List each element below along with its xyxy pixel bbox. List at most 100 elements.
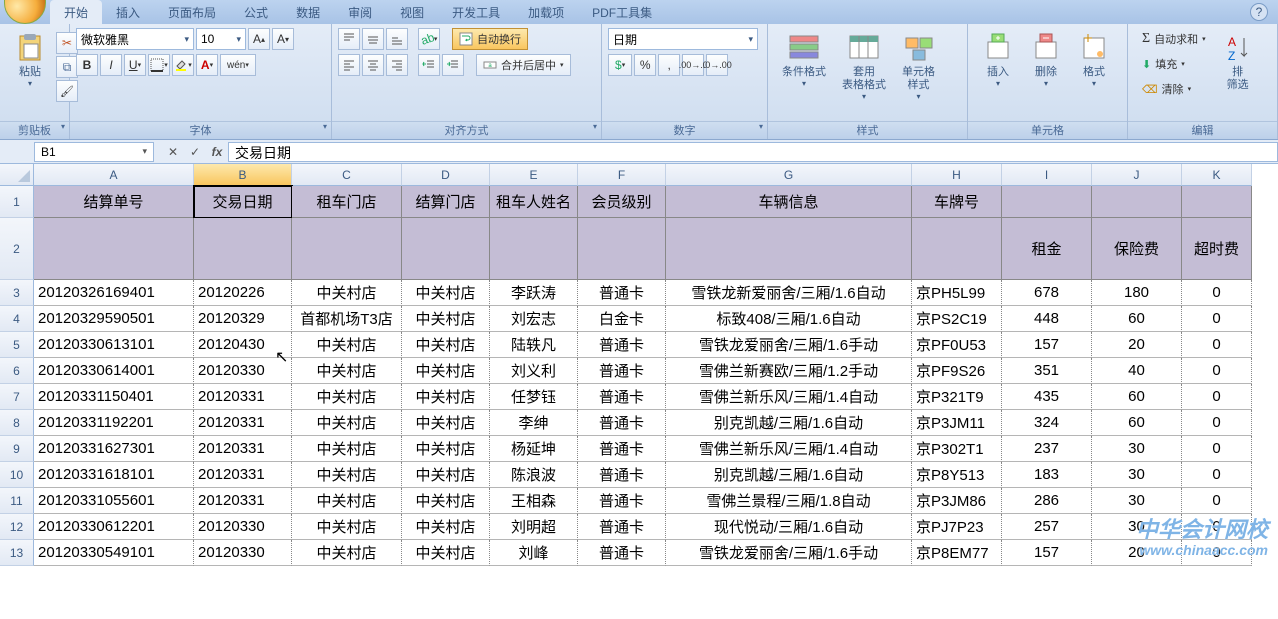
cell[interactable]: 中关村店 <box>292 332 402 358</box>
cell[interactable]: 中关村店 <box>402 436 490 462</box>
decrease-indent-button[interactable] <box>418 54 440 76</box>
col-header[interactable]: G <box>666 164 912 186</box>
ribbon-tab-2[interactable]: 页面布局 <box>154 0 230 25</box>
cell[interactable]: 标致408/三厢/1.6自动 <box>666 306 912 332</box>
cell[interactable]: 现代悦动/三厢/1.6自动 <box>666 514 912 540</box>
cell[interactable]: 京PJ7P23 <box>912 514 1002 540</box>
cell[interactable]: 交易日期 <box>194 186 292 218</box>
cell[interactable]: 普通卡 <box>578 332 666 358</box>
cell[interactable]: 20120330 <box>194 540 292 566</box>
enter-formula-icon[interactable]: ✓ <box>184 142 206 162</box>
cell[interactable]: 中关村店 <box>292 488 402 514</box>
row-header[interactable]: 3 <box>0 280 34 306</box>
cell[interactable]: 20 <box>1092 332 1182 358</box>
fill-color-button[interactable]: ▾ <box>172 54 194 76</box>
conditional-format-button[interactable]: 条件格式▾ <box>774 28 834 92</box>
cell[interactable]: 白金卡 <box>578 306 666 332</box>
comma-button[interactable]: , <box>658 54 680 76</box>
cell[interactable]: 普通卡 <box>578 488 666 514</box>
row-header[interactable]: 7 <box>0 384 34 410</box>
cell[interactable]: 李绅 <box>490 410 578 436</box>
align-center-button[interactable] <box>362 54 384 76</box>
cell[interactable]: 普通卡 <box>578 358 666 384</box>
cell[interactable]: 中关村店 <box>402 358 490 384</box>
increase-font-button[interactable]: A▴ <box>248 28 270 50</box>
cell[interactable]: 京P3JM11 <box>912 410 1002 436</box>
phonetic-button[interactable]: wén▾ <box>220 54 256 76</box>
cell[interactable]: 20120331 <box>194 436 292 462</box>
cell[interactable]: 刘峰 <box>490 540 578 566</box>
row-header[interactable]: 5 <box>0 332 34 358</box>
cell[interactable]: 中关村店 <box>402 280 490 306</box>
cell[interactable]: 京P302T1 <box>912 436 1002 462</box>
cell[interactable]: 20120330612201 <box>34 514 194 540</box>
cell[interactable]: 普通卡 <box>578 280 666 306</box>
cell[interactable]: 40 <box>1092 358 1182 384</box>
cell[interactable]: 京P8Y513 <box>912 462 1002 488</box>
cell[interactable]: 普通卡 <box>578 410 666 436</box>
cell[interactable]: 20120330549101 <box>34 540 194 566</box>
cell[interactable] <box>912 218 1002 280</box>
decrease-font-button[interactable]: A▾ <box>272 28 294 50</box>
cell[interactable] <box>34 218 194 280</box>
cell[interactable]: 30 <box>1092 462 1182 488</box>
cell[interactable]: 20 <box>1092 540 1182 566</box>
cell[interactable]: 30 <box>1092 436 1182 462</box>
underline-button[interactable]: U▾ <box>124 54 146 76</box>
cell[interactable]: 租车门店 <box>292 186 402 218</box>
cell[interactable]: 雪铁龙爱丽舍/三厢/1.6手动 <box>666 332 912 358</box>
cell[interactable]: 中关村店 <box>402 306 490 332</box>
cell[interactable]: 普通卡 <box>578 384 666 410</box>
cell[interactable]: 20120331 <box>194 462 292 488</box>
cell[interactable]: 60 <box>1092 384 1182 410</box>
ribbon-tab-1[interactable]: 插入 <box>102 0 154 25</box>
border-button[interactable]: ▾ <box>148 54 170 76</box>
col-header[interactable]: D <box>402 164 490 186</box>
row-header[interactable]: 4 <box>0 306 34 332</box>
help-icon[interactable]: ? <box>1250 3 1268 21</box>
ribbon-tab-9[interactable]: PDF工具集 <box>578 0 666 25</box>
ribbon-tab-4[interactable]: 数据 <box>282 0 334 25</box>
cell[interactable]: 435 <box>1002 384 1092 410</box>
row-header[interactable]: 1 <box>0 186 34 218</box>
align-left-button[interactable] <box>338 54 360 76</box>
cell[interactable]: 183 <box>1002 462 1092 488</box>
cell[interactable]: 30 <box>1092 514 1182 540</box>
column-headers[interactable]: ABCDEFGHIJK <box>34 164 1278 186</box>
cell[interactable]: 京PS2C19 <box>912 306 1002 332</box>
cell[interactable]: 京PH5L99 <box>912 280 1002 306</box>
autosum-button[interactable]: Σ自动求和▾ <box>1136 28 1212 50</box>
cell[interactable]: 租金 <box>1002 218 1092 280</box>
cell[interactable]: 0 <box>1182 410 1252 436</box>
cell[interactable]: 0 <box>1182 436 1252 462</box>
clear-button[interactable]: ⌫清除▾ <box>1136 78 1212 100</box>
row-header[interactable]: 12 <box>0 514 34 540</box>
cell[interactable]: 0 <box>1182 462 1252 488</box>
cell[interactable]: 会员级别 <box>578 186 666 218</box>
align-middle-button[interactable] <box>362 28 384 50</box>
row-header[interactable]: 9 <box>0 436 34 462</box>
cell[interactable] <box>578 218 666 280</box>
cell[interactable]: 雪铁龙爱丽舍/三厢/1.6手动 <box>666 540 912 566</box>
fx-icon[interactable]: fx <box>206 142 228 162</box>
row-header[interactable]: 13 <box>0 540 34 566</box>
cell[interactable]: 157 <box>1002 540 1092 566</box>
cell[interactable]: 首都机场T3店 <box>292 306 402 332</box>
cell[interactable]: 20120329590501 <box>34 306 194 332</box>
cell[interactable]: 中关村店 <box>292 384 402 410</box>
cell[interactable]: 20120226 <box>194 280 292 306</box>
cell[interactable]: 20120331150401 <box>34 384 194 410</box>
align-bottom-button[interactable] <box>386 28 408 50</box>
cell[interactable]: 0 <box>1182 514 1252 540</box>
ribbon-tab-7[interactable]: 开发工具 <box>438 0 514 25</box>
cell[interactable]: 20120330613101 <box>34 332 194 358</box>
increase-indent-button[interactable] <box>442 54 464 76</box>
ribbon-tab-5[interactable]: 审阅 <box>334 0 386 25</box>
cell[interactable]: 中关村店 <box>402 410 490 436</box>
cell[interactable]: 中关村店 <box>292 358 402 384</box>
col-header[interactable]: I <box>1002 164 1092 186</box>
cell[interactable]: 0 <box>1182 332 1252 358</box>
cell[interactable]: 20120331 <box>194 410 292 436</box>
cell[interactable] <box>1092 186 1182 218</box>
currency-button[interactable]: $▾ <box>608 54 632 76</box>
